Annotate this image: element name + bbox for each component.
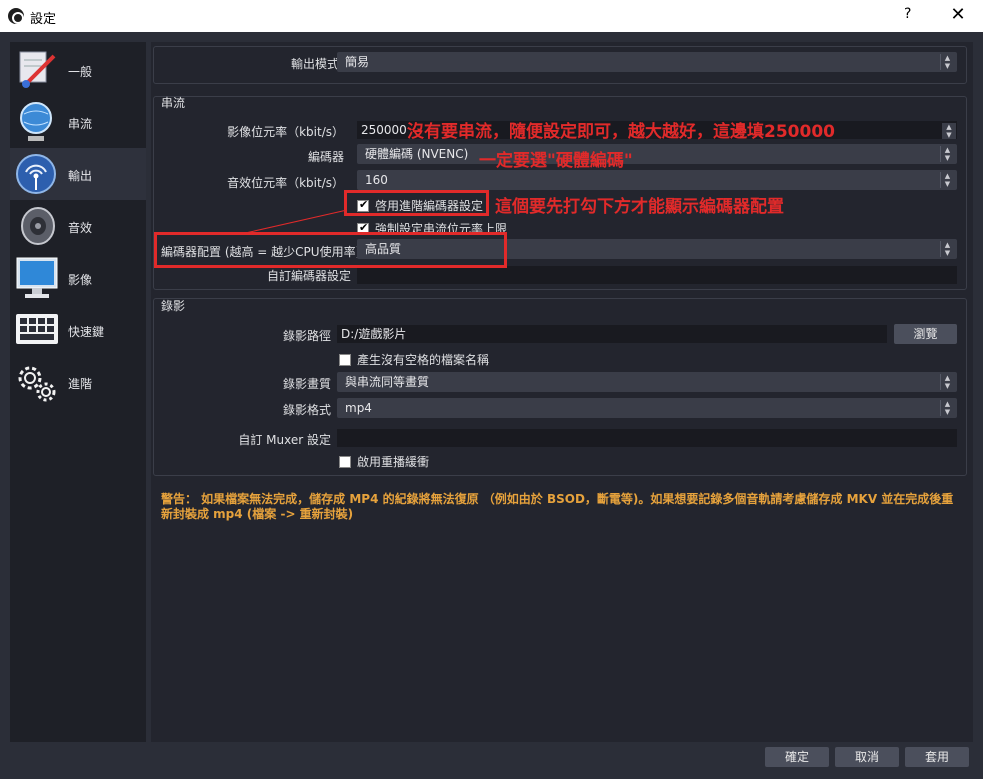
title-bar: 設定 ? ✕ [0, 0, 983, 32]
ok-button[interactable]: 確定 [765, 747, 829, 767]
output-mode-select[interactable]: 簡易 ▲ ▼ [337, 52, 957, 72]
monitor-icon [16, 257, 58, 298]
annotation-bitrate-note: 沒有要串流，隨便設定即可，越大越好，這邊填250000 [407, 122, 835, 142]
browse-button[interactable]: 瀏覽 [894, 324, 957, 344]
help-button[interactable]: ? [904, 6, 911, 22]
close-button[interactable]: ✕ [944, 4, 972, 25]
custom-encoder-label: 自訂編碼器設定 [266, 269, 351, 283]
custom-muxer-input[interactable] [337, 429, 957, 447]
encoder-label: 編碼器 [307, 150, 344, 164]
streaming-group-title: 串流 [161, 96, 186, 110]
bitrate-spinner-icon[interactable]: ▲ ▼ [942, 123, 956, 139]
annotation-encoder-note: 一定要選"硬體編碼" [479, 151, 633, 171]
spin-arrows-icon: ▲ ▼ [940, 241, 954, 257]
cancel-button[interactable]: 取消 [835, 747, 899, 767]
broadcast-output-icon [16, 154, 56, 194]
keyboard-icon [16, 314, 58, 344]
sidebar-item-general[interactable]: 一般 [10, 44, 146, 96]
sidebar-item-audio[interactable]: 音效 [10, 200, 146, 252]
general-icon [19, 51, 56, 88]
checkbox-unchecked-icon [339, 455, 351, 468]
sidebar-item-output[interactable]: 輸出 [10, 148, 146, 200]
output-mode-value: 簡易 [345, 55, 370, 69]
recording-format-label: 錄影格式 [282, 403, 331, 417]
settings-sidebar: 一般 串流 輸出 音效 影像 快速鍵 進階 [10, 42, 146, 742]
audio-bitrate-select[interactable]: 160 ▲ ▼ [357, 170, 957, 190]
window-title: 設定 [30, 12, 57, 27]
sidebar-item-label: 串流 [68, 117, 93, 131]
mp4-warning-text: 警告： 如果檔案無法完成，儲存成 MP4 的紀錄將無法復原 （例如由於 BSOD… [161, 492, 954, 521]
no-space-filename-label: 產生沒有空格的檔案名稱 [357, 353, 490, 367]
recording-quality-label: 錄影畫質 [282, 377, 331, 391]
obs-app-icon [8, 8, 24, 24]
recording-format-select[interactable]: mp4 ▲ ▼ [337, 398, 957, 418]
gears-icon [18, 366, 56, 402]
sidebar-item-advanced[interactable]: 進階 [10, 356, 146, 408]
spin-arrows-icon: ▲ ▼ [940, 54, 954, 70]
recording-group-title: 錄影 [161, 299, 186, 313]
recording-quality-value: 與串流同等畫質 [345, 375, 430, 389]
recording-format-value: mp4 [345, 401, 372, 415]
encoder-select[interactable]: 硬體編碼 (NVENC) ▲ ▼ [357, 144, 957, 164]
custom-muxer-label: 自訂 Muxer 設定 [238, 433, 331, 447]
spin-arrows-icon: ▲ ▼ [940, 400, 954, 416]
replay-buffer-label: 啟用重播緩衝 [357, 455, 430, 469]
spin-arrows-icon: ▲ ▼ [940, 374, 954, 390]
sidebar-item-label: 影像 [68, 273, 93, 287]
sidebar-item-stream[interactable]: 串流 [10, 96, 146, 148]
sidebar-item-label: 進階 [68, 377, 93, 391]
no-space-filename-checkbox[interactable]: 產生沒有空格的檔案名稱 [339, 351, 489, 368]
audio-bitrate-label: 音效位元率（kbit/s） [227, 176, 344, 190]
sidebar-item-label: 一般 [68, 65, 93, 79]
sidebar-item-video[interactable]: 影像 [10, 252, 146, 304]
video-bitrate-label: 影像位元率（kbit/s） [227, 125, 344, 139]
annotation-checkbox-note: 這個要先打勾下方才能顯示編碼器配置 [495, 197, 784, 217]
encoder-value: 硬體編碼 (NVENC) [365, 147, 469, 161]
checkbox-unchecked-icon [339, 353, 351, 366]
spin-arrows-icon: ▲ ▼ [940, 172, 954, 188]
spin-arrows-icon: ▲ ▼ [940, 146, 954, 162]
sidebar-item-label: 音效 [68, 221, 93, 235]
output-settings-panel: 輸出模式 簡易 ▲ ▼ 串流 影像位元率（kbit/s） 250000 ▲ ▼ 編碼… [151, 42, 973, 742]
recording-path-input[interactable]: D:/遊戲影片 [337, 325, 887, 343]
sidebar-item-hotkeys[interactable]: 快速鍵 [10, 304, 146, 356]
audio-bitrate-value: 160 [365, 173, 388, 187]
annotation-box-checkbox [344, 190, 489, 216]
recording-path-label: 錄影路徑 [282, 329, 331, 343]
replay-buffer-checkbox[interactable]: 啟用重播緩衝 [339, 453, 429, 470]
apply-button[interactable]: 套用 [905, 747, 969, 767]
recording-quality-select[interactable]: 與串流同等畫質 ▲ ▼ [337, 372, 957, 392]
sidebar-item-label: 輸出 [68, 169, 93, 183]
sidebar-item-label: 快速鍵 [68, 325, 105, 339]
window-edge [975, 40, 983, 770]
globe-stream-icon [20, 102, 52, 141]
output-mode-label: 輸出模式 [290, 57, 339, 71]
custom-encoder-input[interactable] [357, 266, 957, 284]
speaker-icon [21, 207, 55, 245]
video-bitrate-value: 250000 [361, 123, 407, 137]
annotation-box-preset [154, 232, 507, 268]
recording-path-value: D:/遊戲影片 [341, 327, 407, 341]
